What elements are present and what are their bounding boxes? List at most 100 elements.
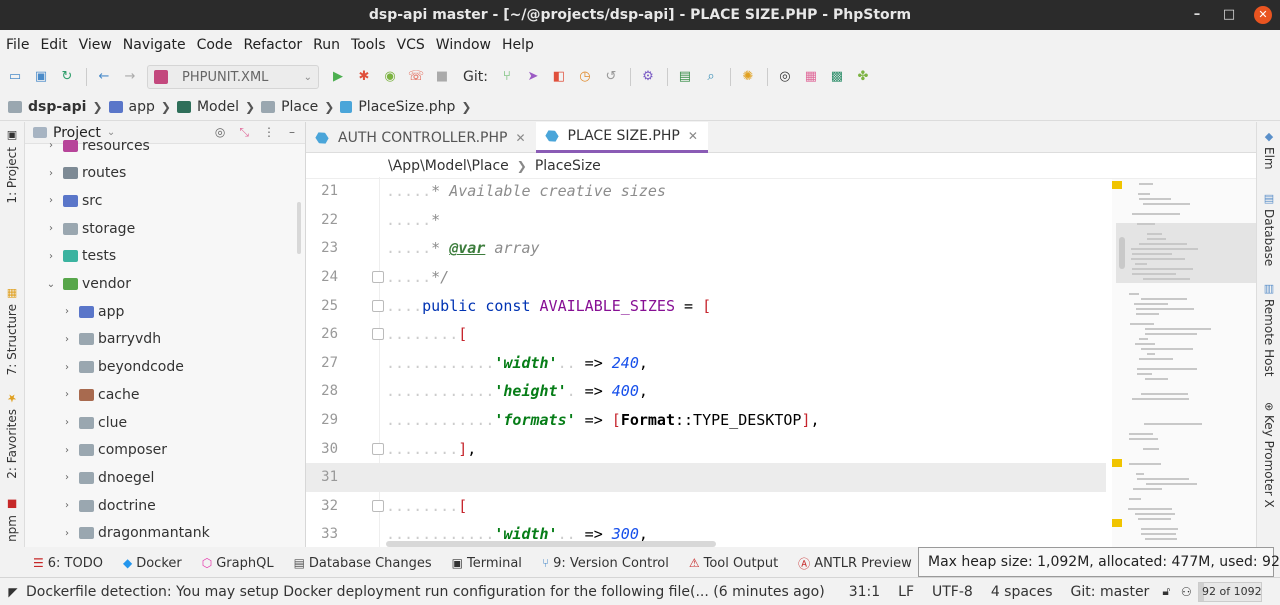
- terminal-icon[interactable]: ▤: [676, 68, 694, 86]
- toolwindow-button-9-version-control[interactable]: ⑂ 9: Version Control: [542, 556, 669, 571]
- menu-view[interactable]: View: [79, 37, 112, 53]
- close-button[interactable]: ✕: [1254, 6, 1272, 24]
- tab-place-size[interactable]: PLACE SIZE.PHP ✕: [535, 122, 708, 153]
- chevron-right-icon[interactable]: ›: [61, 334, 73, 345]
- toolwindow-button-graphql[interactable]: ⬡ GraphQL: [202, 556, 274, 571]
- layout-icon[interactable]: ▩: [828, 68, 846, 86]
- code-line[interactable]: 31: [306, 463, 1106, 492]
- minimap-marker[interactable]: [1112, 519, 1122, 527]
- tree-item[interactable]: › app: [61, 298, 124, 325]
- caret-position[interactable]: 31:1: [849, 584, 880, 600]
- code-line[interactable]: 24 .....*/: [306, 263, 1106, 292]
- hide-icon[interactable]: –: [289, 125, 295, 140]
- menu-window[interactable]: Window: [436, 37, 491, 53]
- fold-marker-icon[interactable]: [372, 442, 384, 455]
- breadcrumb-place[interactable]: Place ❯: [261, 99, 334, 115]
- tree-item[interactable]: › clue: [61, 409, 127, 436]
- git-branch-icon[interactable]: ⑂: [498, 68, 516, 86]
- code-line[interactable]: 21 .....* Available creative sizes: [306, 177, 1106, 206]
- maximize-button[interactable]: □: [1222, 8, 1236, 22]
- toolwindow-button-terminal[interactable]: ▣ Terminal: [452, 556, 522, 571]
- tab-npm-toolwindow[interactable]: npm ■: [2, 498, 22, 542]
- memory-indicator[interactable]: 92 of 1092M: [1198, 582, 1262, 602]
- chevron-right-icon[interactable]: ›: [61, 389, 73, 400]
- git-history-icon[interactable]: ◷: [576, 68, 594, 86]
- menu-run[interactable]: Run: [313, 37, 340, 53]
- breadcrumb-file[interactable]: PlaceSize.php ❯: [340, 99, 471, 115]
- menu-tools[interactable]: Tools: [351, 37, 386, 53]
- toolwindow-button-docker[interactable]: ◆ Docker: [123, 556, 182, 571]
- code-line[interactable]: 22 .....*: [306, 206, 1106, 235]
- listen-debug-icon[interactable]: ☏: [407, 68, 425, 86]
- close-icon[interactable]: ✕: [515, 131, 525, 145]
- stop-icon[interactable]: ■: [433, 68, 451, 86]
- horizontal-scrollbar[interactable]: [386, 541, 716, 547]
- tree-item[interactable]: › storage: [45, 215, 135, 242]
- git-compare-icon[interactable]: ◧: [550, 68, 568, 86]
- menu-code[interactable]: Code: [197, 37, 233, 53]
- tree-item[interactable]: › src: [45, 187, 102, 214]
- code-line[interactable]: 23 .....* @var array: [306, 234, 1106, 263]
- fold-marker-icon[interactable]: [372, 299, 384, 312]
- people-icon[interactable]: ⚇: [1179, 585, 1193, 599]
- line-separator[interactable]: LF: [898, 584, 914, 600]
- toolwindow-button-tool-output[interactable]: ⚠ Tool Output: [689, 556, 778, 571]
- vertical-scrollbar[interactable]: [1119, 237, 1125, 269]
- lock-icon[interactable]: 🔓︎: [1159, 584, 1173, 599]
- chevron-right-icon[interactable]: ›: [45, 168, 57, 179]
- fold-marker-icon[interactable]: [372, 499, 384, 512]
- project-scrollbar[interactable]: [297, 202, 301, 254]
- chevron-right-icon[interactable]: ›: [61, 528, 73, 539]
- save-icon[interactable]: ▣: [32, 68, 50, 86]
- tab-database-toolwindow[interactable]: ▤ Database: [1260, 192, 1278, 266]
- toolwindow-button-database-changes[interactable]: ▤ Database Changes: [294, 556, 432, 571]
- close-icon[interactable]: ✕: [688, 129, 698, 143]
- tree-item[interactable]: › composer: [61, 437, 167, 464]
- code-line[interactable]: 25 ....public const AVAILABLE_SIZES = [: [306, 291, 1106, 320]
- tab-elm-toolwindow[interactable]: ◆ Elm: [1260, 130, 1278, 170]
- tree-item[interactable]: › routes: [45, 160, 126, 187]
- plugin-icon[interactable]: ✺: [739, 68, 757, 86]
- breadcrumb-dsp-api[interactable]: dsp-api ❯: [8, 99, 103, 115]
- menu-help[interactable]: Help: [502, 37, 534, 53]
- open-folder-icon[interactable]: ▭: [6, 68, 24, 86]
- tab-auth-controller[interactable]: AUTH CONTROLLER.PHP ✕: [306, 122, 536, 153]
- tree-item[interactable]: › resources: [45, 132, 150, 159]
- settings-icon[interactable]: ⚙: [639, 68, 657, 86]
- chevron-right-icon[interactable]: ›: [61, 500, 73, 511]
- chevron-right-icon[interactable]: ›: [61, 417, 73, 428]
- chevron-right-icon[interactable]: ›: [45, 195, 57, 206]
- git-revert-icon[interactable]: ↺: [602, 68, 620, 86]
- puzzle-icon[interactable]: ✤: [854, 68, 872, 86]
- debug-icon[interactable]: ✱: [355, 68, 373, 86]
- locate-icon[interactable]: ◎: [215, 125, 225, 140]
- status-message[interactable]: Dockerfile detection: You may setup Dock…: [26, 584, 825, 600]
- menu-navigate[interactable]: Navigate: [123, 37, 186, 53]
- menu-file[interactable]: File: [6, 37, 29, 53]
- code-editor[interactable]: \App\Model\Place ❯ PlaceSize 21 .....* Av…: [306, 153, 1256, 547]
- tab-remote-host-toolwindow[interactable]: ▥ Remote Host: [1260, 282, 1278, 376]
- breadcrumb-model[interactable]: Model ❯: [176, 99, 255, 115]
- tree-item[interactable]: › dnoegel: [61, 464, 154, 491]
- chevron-right-icon[interactable]: ›: [45, 251, 57, 262]
- code-line[interactable]: 32 ........[: [306, 492, 1106, 521]
- chevron-right-icon[interactable]: ›: [45, 140, 57, 151]
- tab-project-toolwindow[interactable]: 1: Project ▣: [2, 130, 22, 204]
- chevron-right-icon[interactable]: ›: [61, 445, 73, 456]
- code-line[interactable]: 28 ............'height'. => 400,: [306, 377, 1106, 406]
- git-branch[interactable]: Git: master: [1071, 584, 1150, 600]
- fold-marker-icon[interactable]: [372, 271, 384, 284]
- sync-icon[interactable]: ↻: [58, 68, 76, 86]
- tree-item[interactable]: ⌄ vendor: [45, 271, 131, 298]
- tiles-icon[interactable]: ▦: [802, 68, 820, 86]
- chevron-right-icon[interactable]: ›: [61, 472, 73, 483]
- tab-favorites-toolwindow[interactable]: 2: Favorites ★: [2, 392, 22, 479]
- file-encoding[interactable]: UTF-8: [932, 584, 973, 600]
- git-push-icon[interactable]: ➤: [524, 68, 542, 86]
- menu-edit[interactable]: Edit: [40, 37, 67, 53]
- search-icon[interactable]: ⌕: [702, 68, 720, 86]
- code-line[interactable]: 30........],: [306, 434, 1106, 463]
- run-icon[interactable]: ▶: [329, 68, 347, 86]
- toolwindow-button-6-todo[interactable]: ☰ 6: TODO: [33, 556, 103, 571]
- tree-item[interactable]: › tests: [45, 243, 116, 270]
